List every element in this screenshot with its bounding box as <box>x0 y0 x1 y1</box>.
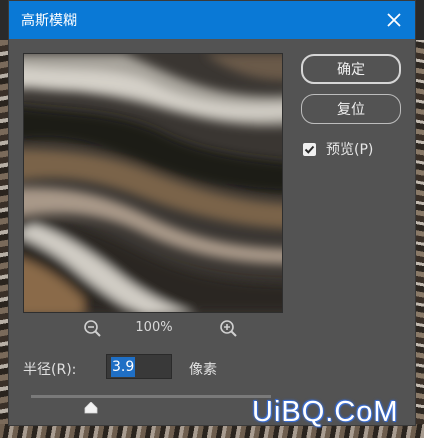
ok-button-label: 确定 <box>337 62 365 78</box>
zoom-out-button[interactable] <box>83 319 103 339</box>
zoom-out-icon <box>84 320 101 337</box>
reset-button-label: 复位 <box>337 102 365 118</box>
close-button[interactable] <box>381 7 407 33</box>
radius-label: 半径(R): <box>23 362 77 378</box>
zoom-level: 100% <box>135 320 173 335</box>
preview-image <box>24 54 282 312</box>
radius-unit-label: 像素 <box>189 362 217 378</box>
preview-checkbox[interactable]: 预览(P) <box>303 139 373 159</box>
close-icon <box>387 13 401 27</box>
checkbox-box[interactable] <box>303 142 316 156</box>
watermark-text: UiBQ.CoM <box>252 396 399 428</box>
dialog-title: 高斯模糊 <box>21 13 77 29</box>
radius-input[interactable]: 3.9 <box>106 354 172 379</box>
zoom-in-icon <box>220 320 237 337</box>
checkmark-icon <box>304 145 315 154</box>
radius-slider-thumb[interactable] <box>84 399 98 414</box>
radius-slider-track[interactable] <box>31 395 271 398</box>
gaussian-blur-dialog: 高斯模糊 100% 半径(R): 3.9 像素 确定 复位 预览(P) <box>8 0 416 426</box>
zoom-controls: 100% <box>23 319 281 341</box>
blur-preview[interactable] <box>23 53 283 313</box>
zoom-in-button[interactable] <box>219 319 239 339</box>
slider-thumb-icon <box>84 401 98 414</box>
preview-checkbox-label: 预览(P) <box>326 142 374 158</box>
title-bar: 高斯模糊 <box>9 1 415 39</box>
ok-button[interactable]: 确定 <box>301 54 401 84</box>
radius-value[interactable]: 3.9 <box>111 356 136 377</box>
reset-button[interactable]: 复位 <box>301 94 401 124</box>
